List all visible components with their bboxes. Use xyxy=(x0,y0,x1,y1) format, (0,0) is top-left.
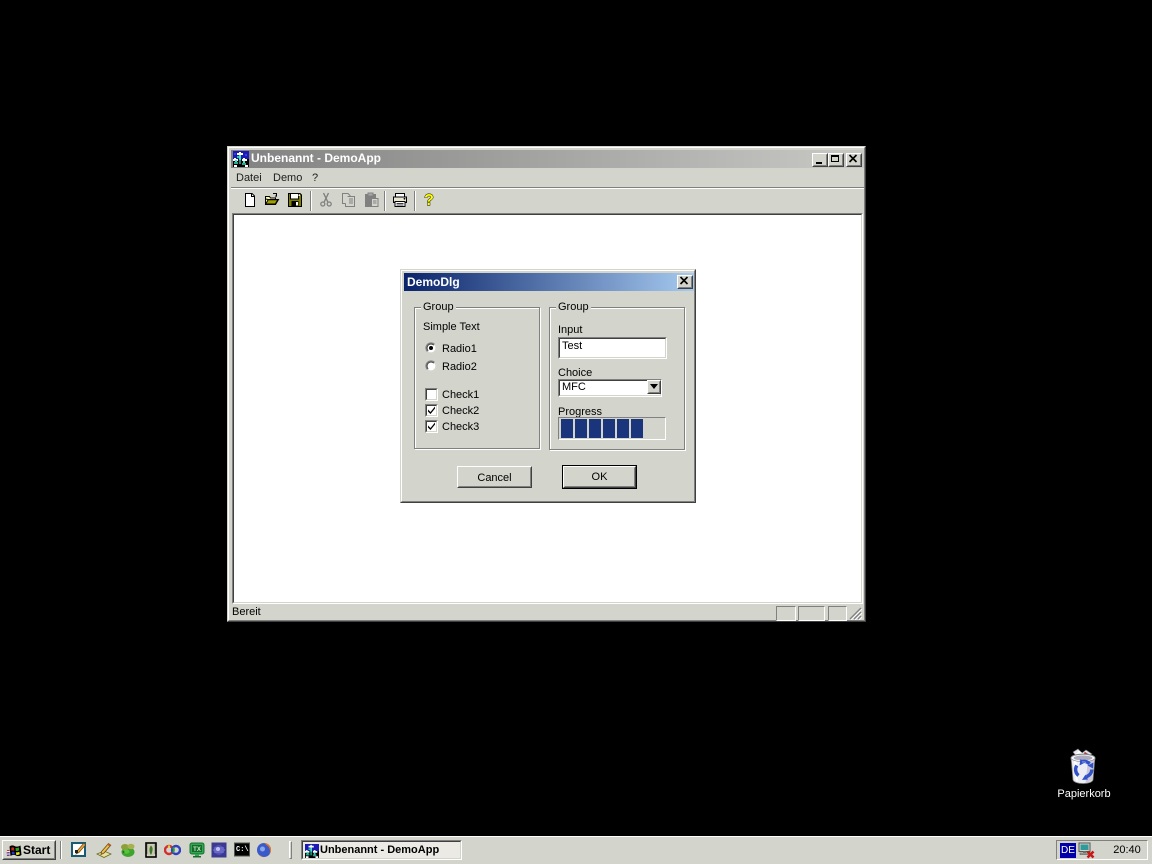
svg-text:TX: TX xyxy=(193,847,201,853)
svg-text:C:\: C:\ xyxy=(236,846,249,854)
svg-text:?: ? xyxy=(424,192,434,208)
